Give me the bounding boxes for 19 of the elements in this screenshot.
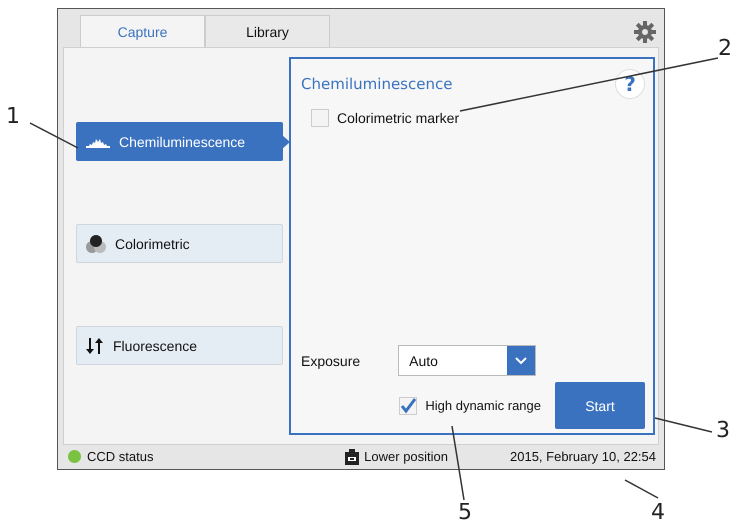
callout-number: 2 <box>718 38 732 60</box>
start-button[interactable]: Start <box>555 382 645 429</box>
callout-number: 4 <box>651 502 665 524</box>
help-button[interactable]: ? <box>615 69 645 99</box>
callout-number: 1 <box>6 106 20 128</box>
callout-number: 3 <box>716 420 730 442</box>
mode-button[interactable]: Colorimetric <box>76 224 283 263</box>
callout-number: 5 <box>458 502 472 524</box>
date-time: 2015, February 10, 22:54 <box>510 449 656 464</box>
mode-button[interactable]: Fluorescence <box>76 326 283 365</box>
checkbox-label: Colorimetric marker <box>337 110 460 126</box>
position-text: Lower position <box>364 449 448 464</box>
tab[interactable]: Capture <box>80 15 205 47</box>
ccd-status-text: CCD status <box>87 449 154 464</box>
exposure-dropdown[interactable]: Auto <box>398 345 536 376</box>
tab[interactable]: Library <box>205 15 330 47</box>
panel-title: Chemiluminescence <box>301 75 452 93</box>
exposure-label: Exposure <box>301 352 360 368</box>
checkbox-label: High dynamic range <box>425 398 541 413</box>
